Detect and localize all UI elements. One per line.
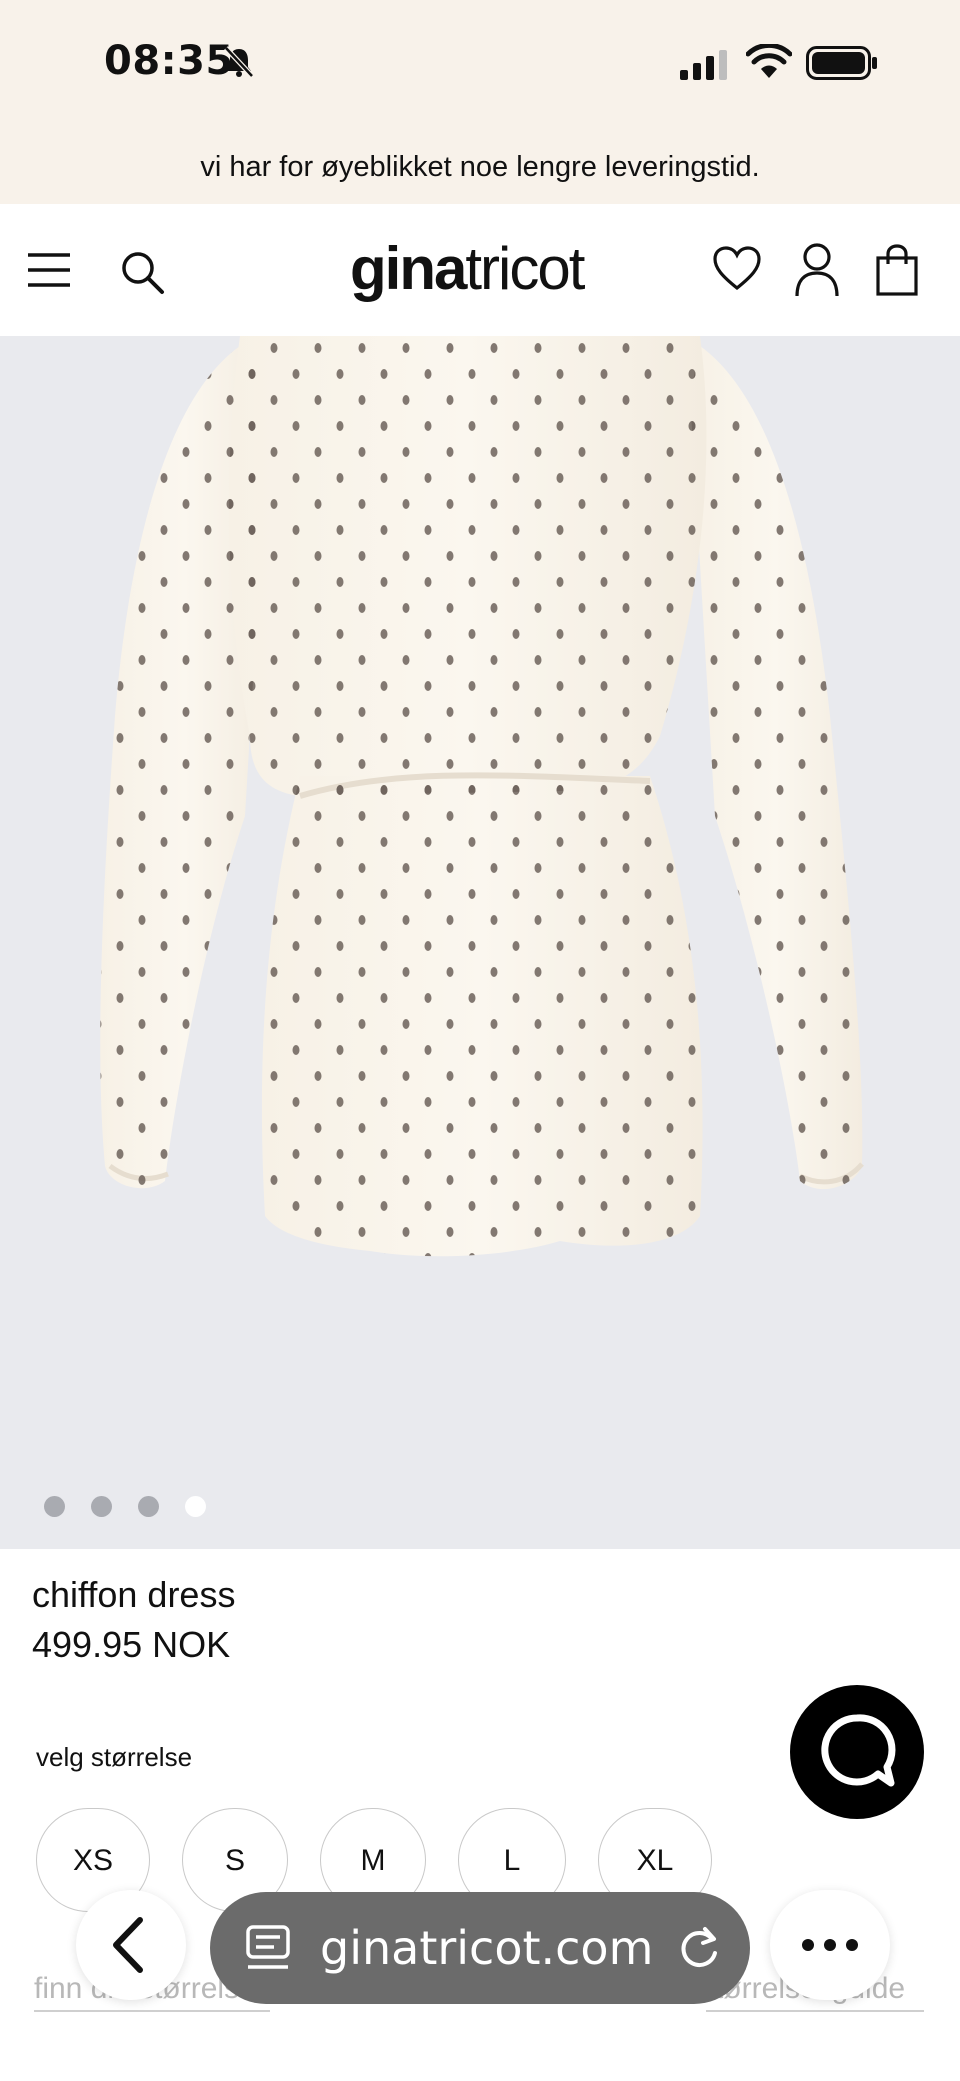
chevron-left-icon [113,1917,143,1973]
reload-icon[interactable] [674,1923,724,1973]
size-select-label: velg størrelse [36,1742,193,1772]
product-title: chiffon dress [32,1574,236,1615]
browser-url: ginatricot.com [320,1921,654,1975]
site-header: ginatricot [0,204,960,337]
product-photo [100,336,864,1257]
size-guide-underline [706,2010,924,2012]
heart-icon[interactable] [712,246,762,292]
chat-button[interactable] [790,1685,924,1819]
product-image-gallery[interactable] [0,336,960,1549]
bell-slash-icon [224,46,254,78]
gallery-dot-active[interactable] [185,1496,206,1517]
logo-light-part: tricot [465,235,585,302]
logo-bold-part: gina [350,235,467,302]
more-dots-icon [802,1939,858,1951]
gallery-dot[interactable] [138,1496,159,1517]
battery-icon [806,46,877,80]
find-size-underline [34,2010,270,2012]
ginatricot-logo[interactable]: ginatricot [350,234,585,304]
gallery-dot[interactable] [91,1496,112,1517]
browser-address-bar[interactable]: ginatricot.com [210,1892,750,2004]
gallery-pagination [44,1496,206,1517]
gallery-dot[interactable] [44,1496,65,1517]
browser-more-button[interactable] [770,1890,890,2000]
cellular-signal-icon [680,50,727,80]
delivery-notice-banner: vi har for øyeblikket noe lengre leverin… [0,130,960,204]
dress-shape [100,336,864,1257]
browser-back-button[interactable] [76,1890,186,2000]
status-bar: 08:35 [0,0,960,130]
status-time: 08:35 [104,38,234,84]
shopping-bag-icon[interactable] [876,244,918,296]
product-price: 499.95 NOK [32,1624,231,1665]
chat-bubble-icon [821,1714,896,1787]
hamburger-menu-icon[interactable] [26,252,72,288]
user-icon[interactable] [794,242,840,298]
search-icon[interactable] [118,248,166,296]
reader-mode-icon[interactable] [244,1923,294,1973]
wifi-icon [746,44,792,78]
